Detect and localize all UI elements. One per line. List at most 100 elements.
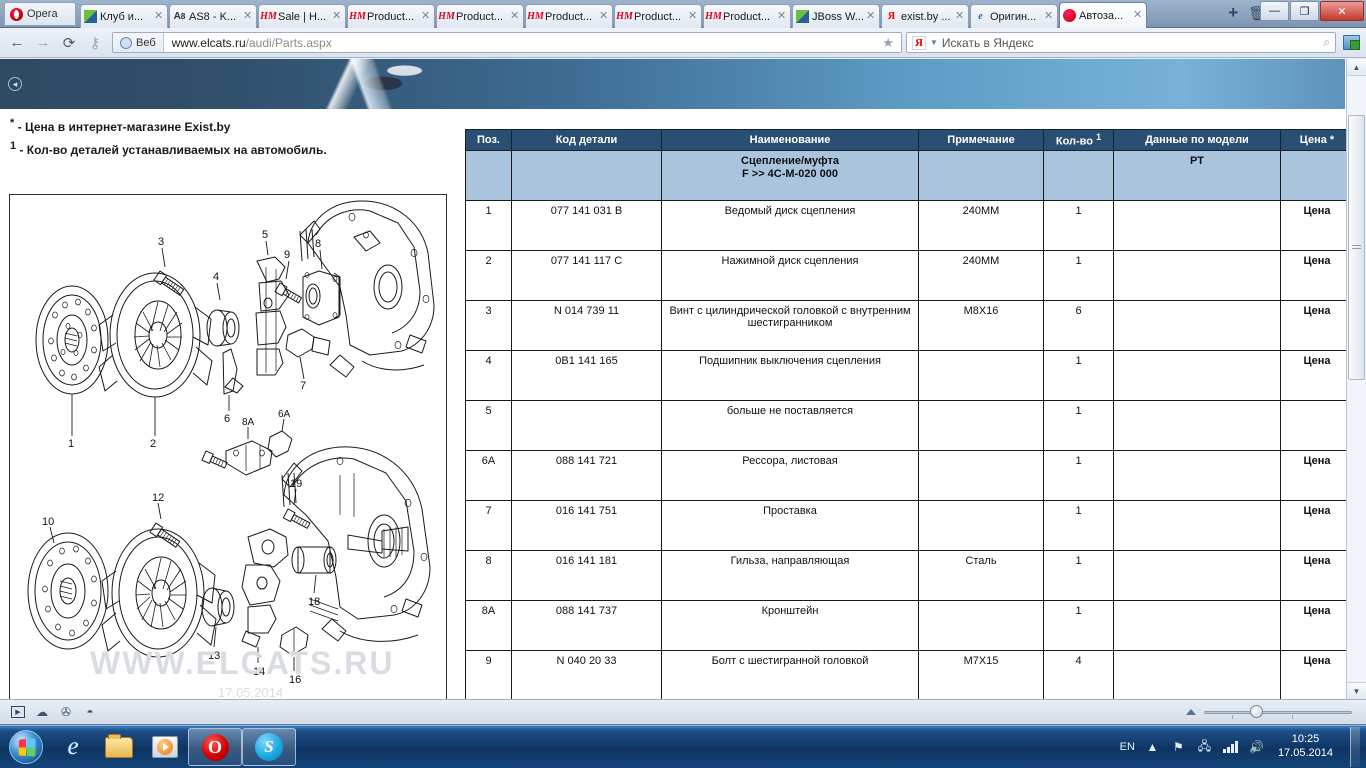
taskbar-item-windows-explorer[interactable] [96,727,142,767]
forward-icon[interactable]: → [30,31,56,55]
web-badge[interactable]: Веб [113,33,164,52]
price-link[interactable]: Цена [1281,550,1354,600]
group-name: Сцепление/муфта F >> 4C-M-020 000 [662,150,919,200]
scroll-up-icon[interactable]: ▲ [1347,59,1366,76]
show-hidden-icons-icon[interactable]: ▲ [1144,739,1161,756]
table-row[interactable]: 8 016 141 181 Гильза, направляющая Сталь… [466,550,1354,600]
cloud-icon[interactable]: ☁ [30,703,54,721]
table-row[interactable]: 8A 088 141 737 Кронштейн 1 Цена [466,600,1354,650]
mail-button[interactable] [1340,32,1362,54]
group-name-line2: F >> 4C-M-020 000 [665,168,915,182]
parts-diagram-svg: 1 2 [10,195,446,699]
cell-model [1114,500,1281,550]
price-link[interactable]: Цена [1281,500,1354,550]
opera-badge-icon[interactable]: ◓ [78,703,102,721]
taskbar-item-internet-explorer[interactable]: e [50,727,96,767]
clock[interactable]: 10:25 17.05.2014 [1274,733,1337,761]
browser-tab[interactable]: HM Product... ✕ [525,4,613,28]
close-icon[interactable]: ✕ [154,11,164,22]
browser-tab[interactable]: e Оригин... ✕ [970,4,1058,28]
panel-toggle-icon[interactable]: ▶ [6,703,30,721]
zoom-control[interactable] [1186,705,1360,719]
table-row[interactable]: 1 077 141 031 B Ведомый диск сцепления 2… [466,200,1354,250]
opera-logo-icon [10,8,23,21]
security-key-icon[interactable]: ⚷ [82,31,108,55]
zoom-expand-icon[interactable] [1186,709,1196,715]
price-link[interactable]: Цена [1281,250,1354,300]
price-link[interactable]: Цена [1281,600,1354,650]
banner-back-icon[interactable]: ◂ [8,77,22,91]
zoom-slider-thumb[interactable] [1250,705,1263,718]
table-row[interactable]: 4 0B1 141 165 Подшипник выключения сцепл… [466,350,1354,400]
page-scrollbar-vertical[interactable]: ▲ ▼ [1346,59,1366,699]
cell-name: Гильза, направляющая [662,550,919,600]
table-row[interactable]: 7 016 141 751 Проставка 1 Цена [466,500,1354,550]
table-row[interactable]: 2 077 141 117 C Нажимной диск сцепления … [466,250,1354,300]
close-icon[interactable]: ✕ [421,11,431,22]
browser-tab[interactable]: A8 AS8 - K... ✕ [169,4,257,28]
search-input[interactable]: Я ▼ Искать в Яндекс ⌕ [906,32,1336,53]
close-button[interactable]: ✕ [1320,1,1364,21]
new-tab-icon[interactable]: + [1228,4,1238,21]
bookmark-star-icon[interactable]: ★ [875,35,901,51]
browser-tab-active[interactable]: Автоза... ✕ [1059,2,1147,28]
taskbar-item-media-player[interactable] [142,727,188,767]
table-row[interactable]: 5 больше не поставляется 1 [466,400,1354,450]
browser-tab[interactable]: HM Product... ✕ [703,4,791,28]
browser-tab[interactable]: Я exist.by ... ✕ [881,4,969,28]
opera-favicon-icon [1063,9,1076,22]
browser-tab[interactable]: HM Sale | H... ✕ [258,4,346,28]
chevron-down-icon[interactable]: ▼ [930,38,938,47]
taskbar-item-skype[interactable]: S [242,728,296,766]
cell-note: 240MM [919,200,1044,250]
scrollbar-thumb[interactable] [1348,115,1365,380]
close-icon[interactable]: ✕ [1133,10,1143,21]
close-icon[interactable]: ✕ [510,11,520,22]
close-icon[interactable]: ✕ [866,11,876,22]
browser-tab[interactable]: HM Product... ✕ [347,4,435,28]
close-icon[interactable]: ✕ [955,11,965,22]
search-icon[interactable]: ⌕ [1323,35,1330,50]
browser-tab[interactable]: Клуб и... ✕ [80,4,168,28]
table-row[interactable]: 3 N 014 739 11 Винт с цилиндрической гол… [466,300,1354,350]
zoom-slider[interactable] [1204,705,1352,719]
table-row[interactable]: 9 N 040 20 33 Болт с шестигранной головк… [466,650,1354,699]
minimize-button[interactable]: — [1260,1,1289,21]
price-link[interactable]: Цена [1281,650,1354,699]
group-header-row: Сцепление/муфта F >> 4C-M-020 000 PT [466,150,1354,200]
browser-tab[interactable]: HM Product... ✕ [436,4,524,28]
signal-bars-icon[interactable] [1222,739,1239,756]
url-input[interactable]: Веб www.elcats.ru/audi/Parts.aspx ★ [112,32,902,53]
taskbar-item-opera[interactable]: O [188,728,242,766]
opera-menu-button[interactable]: Opera [4,2,76,26]
close-icon[interactable]: ✕ [688,11,698,22]
yandex-icon[interactable]: Я [912,36,926,50]
close-icon[interactable]: ✕ [777,11,787,22]
cell-name: Нажимной диск сцепления [662,250,919,300]
flag-action-center-icon[interactable]: ⚑ [1170,739,1187,756]
network-icon[interactable]: 🖧 [1196,739,1213,756]
turbo-icon[interactable]: ✇ [54,703,78,721]
restore-button[interactable]: ❐ [1290,1,1319,21]
language-indicator[interactable]: EN [1120,741,1135,753]
table-row[interactable]: 6A 088 141 721 Рессора, листовая 1 Цена [466,450,1354,500]
price-link[interactable]: Цена [1281,300,1354,350]
scroll-down-icon[interactable]: ▼ [1347,682,1366,699]
volume-icon[interactable]: 🔊 [1248,739,1265,756]
reload-icon[interactable]: ⟳ [56,31,82,55]
price-link[interactable]: Цена [1281,350,1354,400]
close-icon[interactable]: ✕ [1044,11,1054,22]
parts-diagram[interactable]: 1 2 [9,194,447,699]
show-desktop-button[interactable] [1350,727,1360,767]
cell-quantity: 1 [1044,350,1114,400]
price-link[interactable]: Цена [1281,450,1354,500]
close-icon[interactable]: ✕ [243,11,253,22]
back-icon[interactable]: ← [4,31,30,55]
browser-tab[interactable]: JBoss W... ✕ [792,4,880,28]
price-link[interactable]: Цена [1281,200,1354,250]
browser-tab[interactable]: HM Product... ✕ [614,4,702,28]
start-button[interactable] [2,727,50,767]
price-header-label: Цена [1300,134,1327,146]
close-icon[interactable]: ✕ [332,11,342,22]
close-icon[interactable]: ✕ [599,11,609,22]
